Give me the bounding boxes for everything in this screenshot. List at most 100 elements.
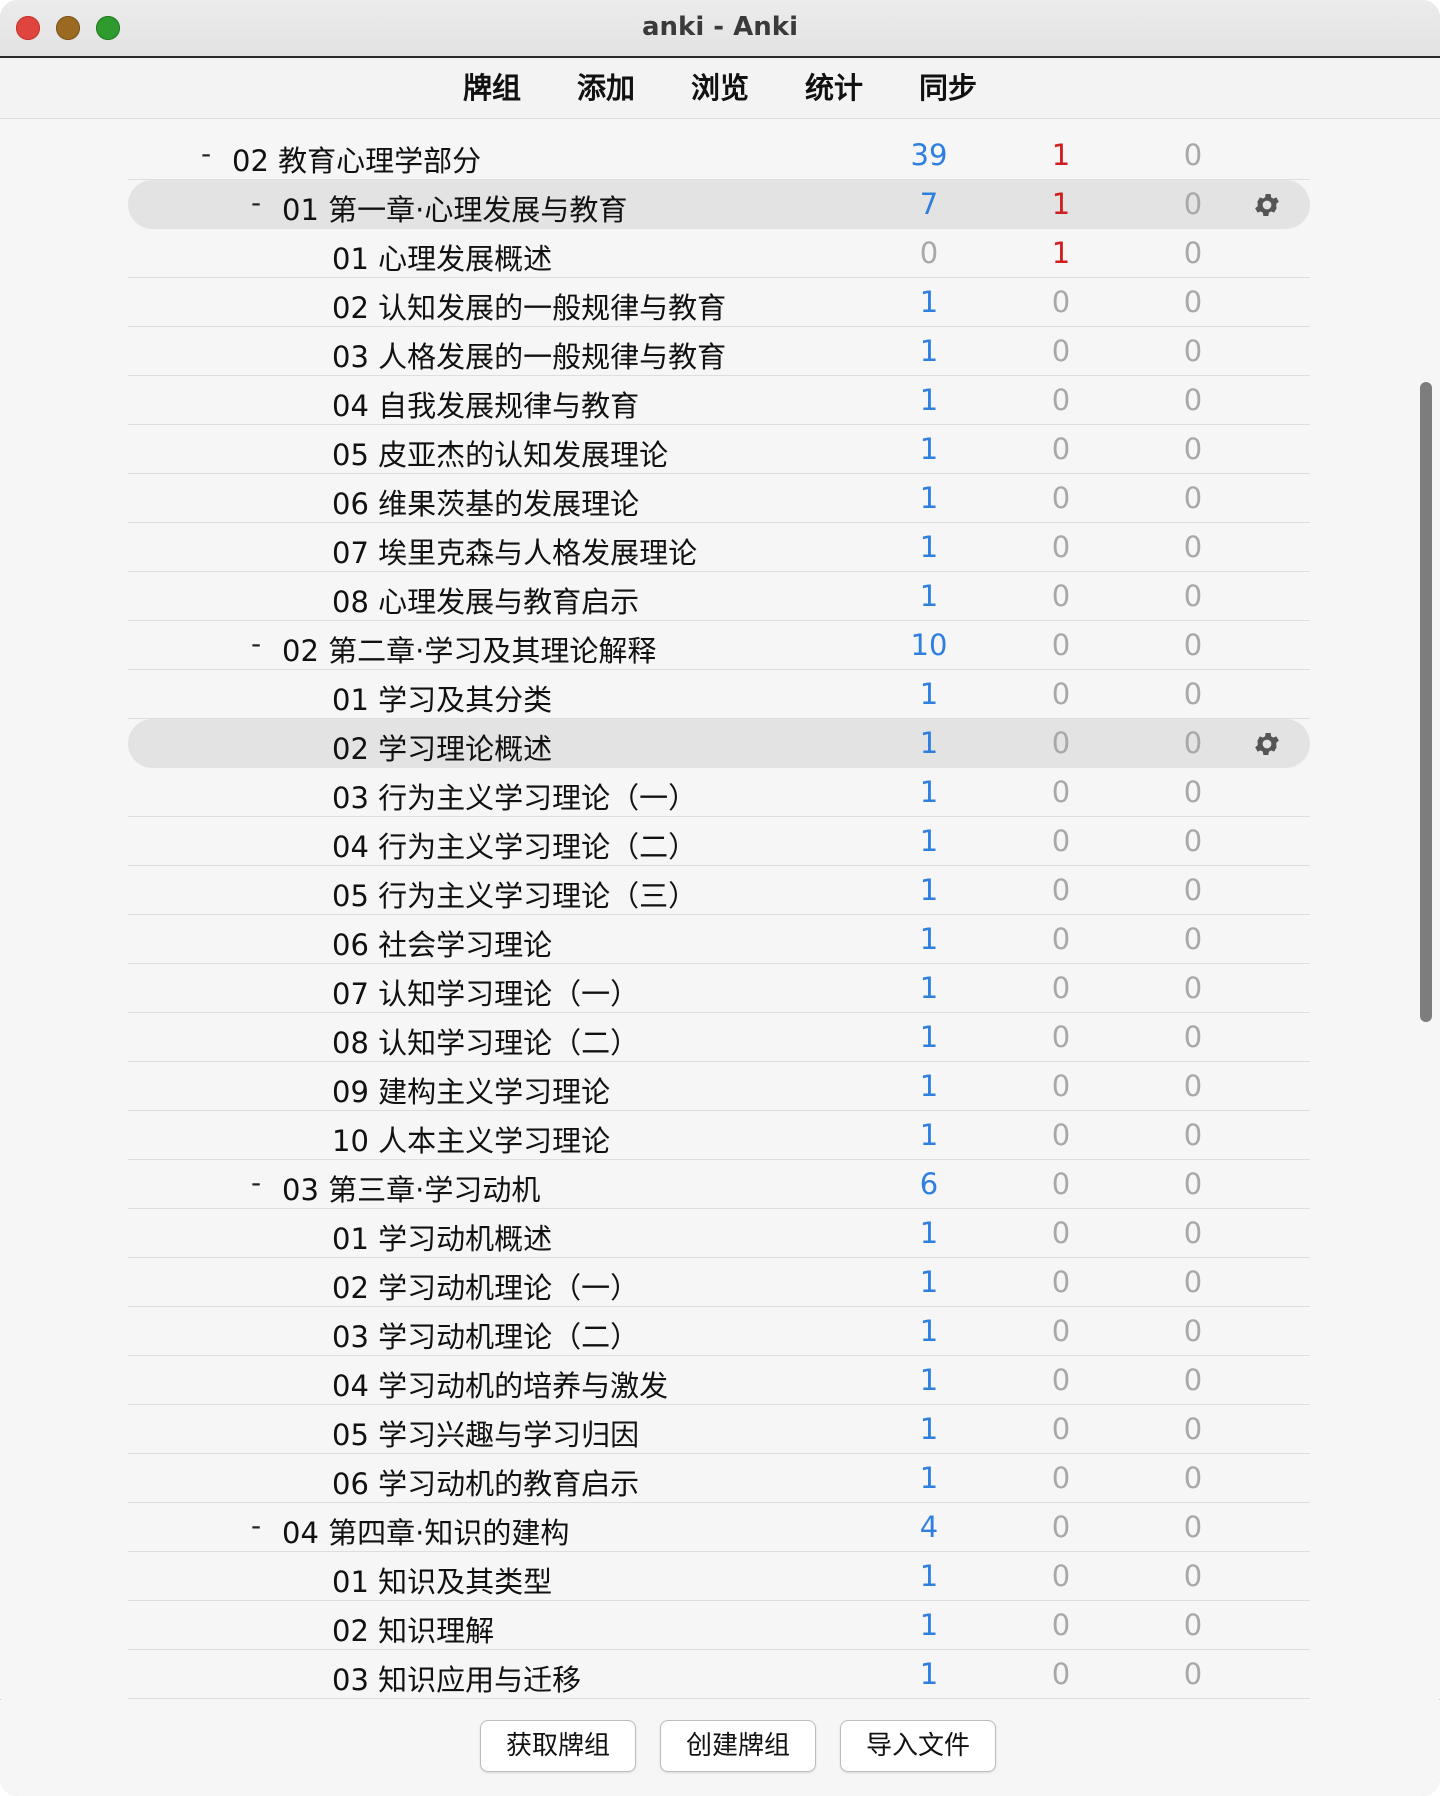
deck-row[interactable]: 02 学习理论概述 1 0 0	[128, 719, 1310, 768]
deck-row[interactable]: 01 学习及其分类 1 0 0	[128, 670, 1310, 719]
deck-row[interactable]: 04 学习动机的培养与激发 1 0 0	[128, 1356, 1310, 1405]
due-count: 0	[1183, 1265, 1203, 1299]
deck-name-link[interactable]: 02 知识理解	[332, 1608, 494, 1650]
deck-name-link[interactable]: 02 认知发展的一般规律与教育	[332, 285, 726, 327]
deck-name-link[interactable]: 01 知识及其类型	[332, 1559, 552, 1601]
due-count: 0	[1183, 1314, 1203, 1348]
collapse-toggle[interactable]: -	[246, 627, 266, 660]
deck-row[interactable]: 04 行为主义学习理论（二） 1 0 0	[128, 817, 1310, 866]
deck-row[interactable]: 02 知识理解 1 0 0	[128, 1601, 1310, 1650]
deck-row[interactable]: 04 自我发展规律与教育 1 0 0	[128, 376, 1310, 425]
collapse-toggle[interactable]: -	[196, 137, 216, 170]
deck-name-link[interactable]: 06 学习动机的教育启示	[332, 1461, 639, 1503]
due-count: 0	[1183, 628, 1203, 662]
deck-row[interactable]: 02 认知发展的一般规律与教育 1 0 0	[128, 278, 1310, 327]
new-count: 1	[919, 432, 939, 466]
deck-name-link[interactable]: 05 学习兴趣与学习归因	[332, 1412, 639, 1454]
deck-name-link[interactable]: 03 行为主义学习理论（一）	[332, 775, 697, 817]
toolbar-add[interactable]: 添加	[549, 68, 663, 108]
vertical-scrollbar[interactable]	[1420, 382, 1432, 1022]
create-deck-button[interactable]: 创建牌组	[660, 1720, 816, 1772]
deck-name-link[interactable]: 06 社会学习理论	[332, 922, 552, 964]
new-count: 1	[919, 1069, 939, 1103]
deck-row[interactable]: 03 人格发展的一般规律与教育 1 0 0	[128, 327, 1310, 376]
due-count: 0	[1183, 726, 1203, 760]
new-count: 6	[919, 1167, 939, 1201]
learn-count: 0	[1051, 1412, 1071, 1446]
deck-row[interactable]: 03 学习动机理论（二） 1 0 0	[128, 1307, 1310, 1356]
learn-count: 0	[1051, 1265, 1071, 1299]
deck-row[interactable]: -01 第一章·心理发展与教育 7 1 0	[128, 180, 1310, 229]
deck-name-link[interactable]: 03 第三章·学习动机	[282, 1167, 540, 1209]
deck-row[interactable]: 05 皮亚杰的认知发展理论 1 0 0	[128, 425, 1310, 474]
deck-row[interactable]: 05 学习兴趣与学习归因 1 0 0	[128, 1405, 1310, 1454]
deck-row[interactable]: 02 学习动机理论（一） 1 0 0	[128, 1258, 1310, 1307]
deck-row[interactable]: 01 知识及其类型 1 0 0	[128, 1552, 1310, 1601]
deck-row[interactable]: 01 学习动机概述 1 0 0	[128, 1209, 1310, 1258]
toolbar-decks[interactable]: 牌组	[435, 68, 549, 108]
deck-name-link[interactable]: 04 第四章·知识的建构	[282, 1510, 569, 1552]
deck-row[interactable]: -02 教育心理学部分 39 1 0	[128, 131, 1310, 180]
deck-name-link[interactable]: 08 认知学习理论（二）	[332, 1020, 639, 1062]
deck-row[interactable]: -04 第四章·知识的建构 4 0 0	[128, 1503, 1310, 1552]
gear-icon[interactable]	[1252, 729, 1282, 759]
new-count: 1	[919, 1412, 939, 1446]
due-count: 0	[1183, 775, 1203, 809]
toolbar-sync[interactable]: 同步	[891, 68, 1005, 108]
title-bar: anki - Anki	[0, 0, 1440, 58]
deck-name-link[interactable]: 07 埃里克森与人格发展理论	[332, 530, 697, 572]
deck-row[interactable]: 07 认知学习理论（一） 1 0 0	[128, 964, 1310, 1013]
deck-row[interactable]: 07 埃里克森与人格发展理论 1 0 0	[128, 523, 1310, 572]
window-title: anki - Anki	[642, 12, 798, 42]
deck-name-link[interactable]: 04 学习动机的培养与激发	[332, 1363, 668, 1405]
deck-row[interactable]: 01 心理发展概述 0 1 0	[128, 229, 1310, 278]
deck-name-link[interactable]: 09 建构主义学习理论	[332, 1069, 610, 1111]
collapse-toggle[interactable]: -	[246, 1509, 266, 1542]
deck-name-link[interactable]: 01 学习及其分类	[332, 677, 552, 719]
new-count: 1	[919, 481, 939, 515]
gear-icon[interactable]	[1252, 190, 1282, 220]
due-count: 0	[1183, 1461, 1203, 1495]
deck-name-link[interactable]: 01 心理发展概述	[332, 236, 552, 278]
deck-name-link[interactable]: 06 维果茨基的发展理论	[332, 481, 639, 523]
deck-name-link[interactable]: 04 自我发展规律与教育	[332, 383, 639, 425]
deck-row[interactable]: -03 第三章·学习动机 6 0 0	[128, 1160, 1310, 1209]
deck-row[interactable]: 06 维果茨基的发展理论 1 0 0	[128, 474, 1310, 523]
deck-name-link[interactable]: 02 学习动机理论（一）	[332, 1265, 639, 1307]
anki-window: anki - Anki 牌组 添加 浏览 统计 同步 -02 教育心理学部分 39…	[0, 0, 1440, 1796]
collapse-toggle[interactable]: -	[246, 1166, 266, 1199]
deck-row[interactable]: 03 行为主义学习理论（一） 1 0 0	[128, 768, 1310, 817]
due-count: 0	[1183, 481, 1203, 515]
deck-row[interactable]: 09 建构主义学习理论 1 0 0	[128, 1062, 1310, 1111]
deck-row[interactable]: 08 认知学习理论（二） 1 0 0	[128, 1013, 1310, 1062]
deck-name-link[interactable]: 02 第二章·学习及其理论解释	[282, 628, 656, 670]
deck-name-link[interactable]: 01 第一章·心理发展与教育	[282, 187, 627, 229]
toolbar-stats[interactable]: 统计	[777, 68, 891, 108]
deck-row[interactable]: 03 知识应用与迁移 1 0 0	[128, 1650, 1310, 1699]
get-shared-decks-button[interactable]: 获取牌组	[480, 1720, 636, 1772]
deck-name-link[interactable]: 08 心理发展与教育启示	[332, 579, 639, 621]
deck-row[interactable]: -02 第二章·学习及其理论解释 10 0 0	[128, 621, 1310, 670]
new-count: 1	[919, 1657, 939, 1691]
deck-name-link[interactable]: 03 知识应用与迁移	[332, 1657, 581, 1699]
deck-row[interactable]: 05 行为主义学习理论（三） 1 0 0	[128, 866, 1310, 915]
import-file-button[interactable]: 导入文件	[840, 1720, 996, 1772]
deck-name-link[interactable]: 07 认知学习理论（一）	[332, 971, 639, 1013]
deck-name-link[interactable]: 02 学习理论概述	[332, 726, 552, 768]
deck-name-link[interactable]: 05 行为主义学习理论（三）	[332, 873, 697, 915]
deck-name-link[interactable]: 02 教育心理学部分	[232, 138, 481, 180]
deck-name-link[interactable]: 03 人格发展的一般规律与教育	[332, 334, 726, 376]
deck-name-link[interactable]: 03 学习动机理论（二）	[332, 1314, 639, 1356]
deck-name-link[interactable]: 04 行为主义学习理论（二）	[332, 824, 697, 866]
deck-row[interactable]: 06 社会学习理论 1 0 0	[128, 915, 1310, 964]
due-count: 0	[1183, 579, 1203, 613]
deck-name-link[interactable]: 10 人本主义学习理论	[332, 1118, 610, 1160]
toolbar-browse[interactable]: 浏览	[663, 68, 777, 108]
deck-row[interactable]: 08 心理发展与教育启示 1 0 0	[128, 572, 1310, 621]
deck-row[interactable]: 10 人本主义学习理论 1 0 0	[128, 1111, 1310, 1160]
deck-row[interactable]: 06 学习动机的教育启示 1 0 0	[128, 1454, 1310, 1503]
deck-name-link[interactable]: 05 皮亚杰的认知发展理论	[332, 432, 668, 474]
new-count: 1	[919, 1020, 939, 1054]
collapse-toggle[interactable]: -	[246, 186, 266, 219]
deck-name-link[interactable]: 01 学习动机概述	[332, 1216, 552, 1258]
